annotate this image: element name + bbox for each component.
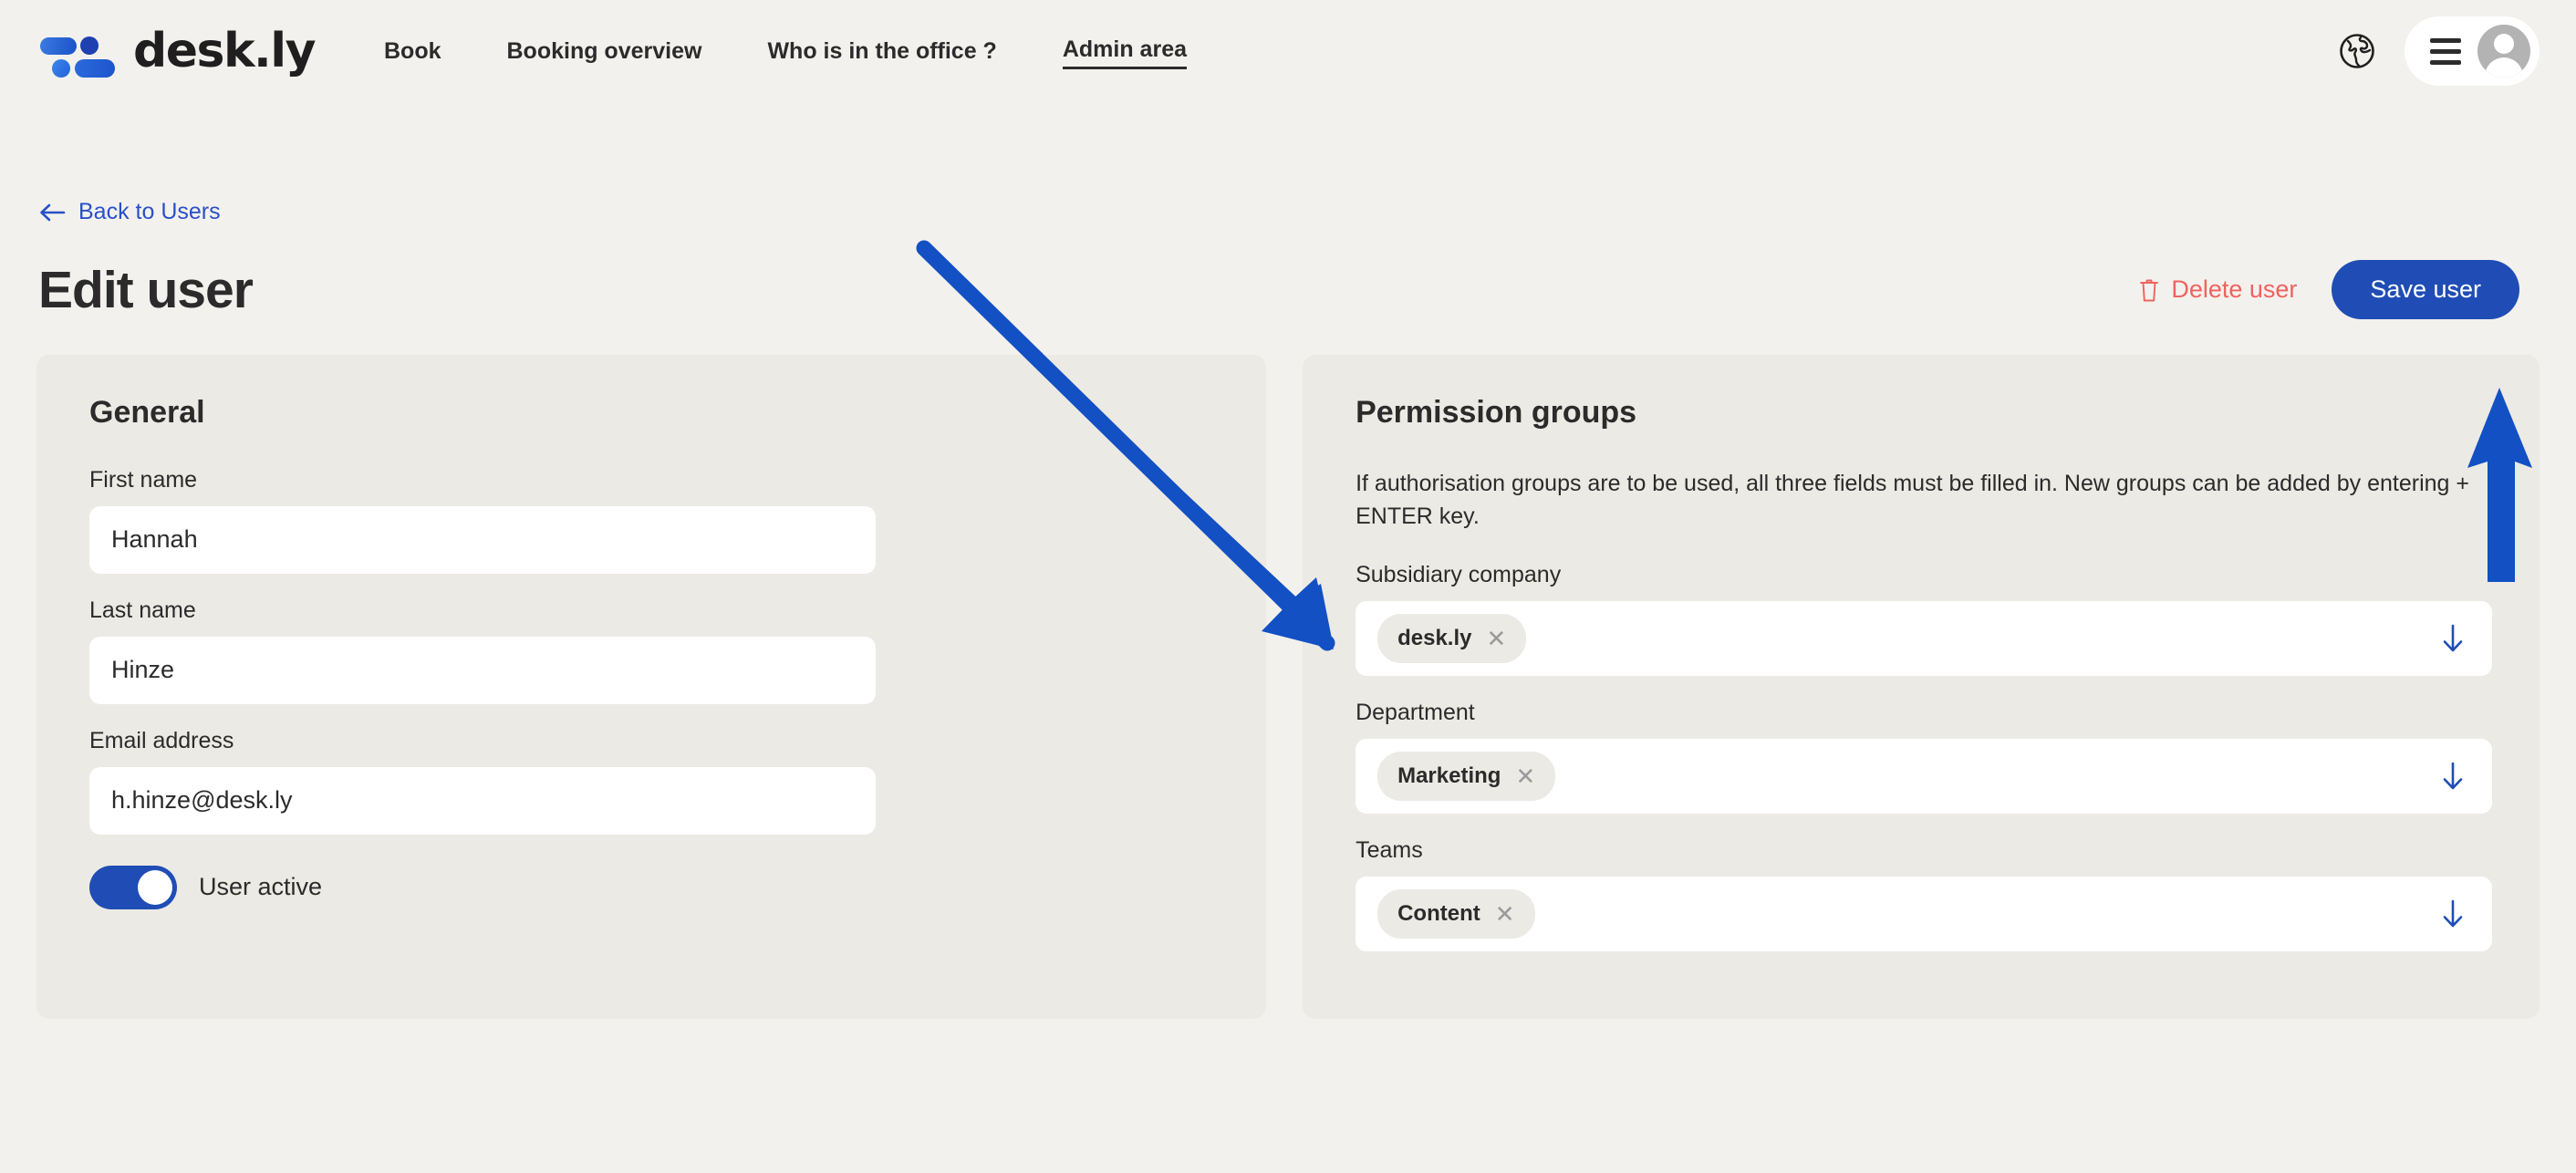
nav-item-book[interactable]: Book [384, 35, 441, 68]
permission-groups-title: Permission groups [1356, 394, 1637, 430]
brand-name: desk.ly [133, 24, 317, 78]
department-select[interactable]: Marketing ✕ [1356, 739, 2492, 814]
general-panel: General First name Hannah Last name Hinz… [36, 354, 1267, 1019]
close-icon[interactable]: ✕ [1495, 902, 1515, 926]
panels-container: General First name Hannah Last name Hinz… [18, 354, 2540, 1019]
email-address-label: Email address [89, 727, 234, 753]
arrow-left-icon [40, 203, 66, 221]
email-address-input[interactable]: h.hinze@desk.ly [89, 766, 876, 835]
subsidiary-company-field: Subsidiary company desk.ly ✕ [1356, 562, 2492, 676]
chip-subsidiary-company: desk.ly ✕ [1377, 614, 1527, 663]
subsidiary-company-label: Subsidiary company [1356, 562, 1562, 587]
close-icon[interactable]: ✕ [1515, 764, 1535, 788]
email-address-field: Email address h.hinze@desk.ly [89, 728, 1219, 835]
hamburger-menu-icon[interactable] [2430, 37, 2461, 65]
permission-groups-description: If authorisation groups are to be used, … [1356, 470, 2469, 529]
user-avatar-icon[interactable] [2477, 25, 2530, 78]
deskly-dots-logo-icon [40, 31, 115, 78]
brand-logo[interactable]: desk.ly [40, 24, 317, 78]
user-active-row: User active [89, 865, 1219, 909]
first-name-field: First name Hannah [89, 467, 1219, 574]
chip-label: Marketing [1397, 763, 1501, 788]
save-user-button[interactable]: Save user [2332, 260, 2519, 319]
teams-label: Teams [1356, 837, 1423, 863]
page-header-row: Edit user Delete user Save user [18, 260, 2540, 320]
delete-user-label: Delete user [2171, 275, 2298, 303]
arrow-down-icon[interactable] [2441, 761, 2465, 792]
trash-icon [2140, 279, 2159, 301]
chip-label: desk.ly [1397, 626, 1472, 650]
permission-groups-panel: Permission groups If authorisation group… [1303, 354, 2540, 1019]
department-field: Department Marketing ✕ [1356, 700, 2492, 814]
top-navigation-bar: desk.ly Book Booking overview Who is in … [0, 0, 2576, 102]
back-to-users-link[interactable]: Back to Users [38, 199, 221, 225]
chip-label: Content [1397, 901, 1480, 926]
close-icon[interactable]: ✕ [1486, 627, 1506, 650]
teams-field: Teams Content ✕ [1356, 837, 2492, 951]
arrow-down-icon[interactable] [2441, 623, 2465, 654]
user-active-label: User active [199, 873, 323, 900]
chip-teams: Content ✕ [1377, 889, 1535, 939]
teams-select[interactable]: Content ✕ [1356, 877, 2492, 951]
last-name-label: Last name [89, 597, 196, 623]
delete-user-button[interactable]: Delete user [2138, 275, 2297, 304]
department-label: Department [1356, 700, 1475, 725]
subsidiary-company-select[interactable]: desk.ly ✕ [1356, 601, 2492, 676]
user-menu-pill[interactable] [2405, 16, 2540, 86]
nav-item-booking-overview[interactable]: Booking overview [507, 35, 702, 68]
user-active-toggle[interactable] [89, 865, 177, 909]
page-body: Back to Users Edit user Delete user Save… [0, 102, 2576, 1019]
page-title: Edit user [38, 260, 254, 319]
main-nav: Book Booking overview Who is in the offi… [384, 33, 1188, 69]
last-name-input[interactable]: Hinze [89, 636, 876, 704]
top-right-controls [2337, 16, 2540, 86]
chip-department: Marketing ✕ [1377, 752, 1556, 801]
globe-icon[interactable] [2337, 31, 2377, 71]
general-panel-title: General [89, 394, 205, 430]
first-name-label: First name [89, 466, 198, 493]
last-name-field: Last name Hinze [89, 597, 1219, 704]
nav-item-admin-area[interactable]: Admin area [1062, 33, 1188, 69]
nav-item-who-is-in-the-office[interactable]: Who is in the office ? [767, 35, 996, 68]
arrow-down-icon[interactable] [2441, 898, 2465, 929]
first-name-input[interactable]: Hannah [89, 505, 876, 574]
back-to-users-label: Back to Users [78, 199, 221, 224]
page-header-actions: Delete user Save user [2138, 260, 2519, 319]
